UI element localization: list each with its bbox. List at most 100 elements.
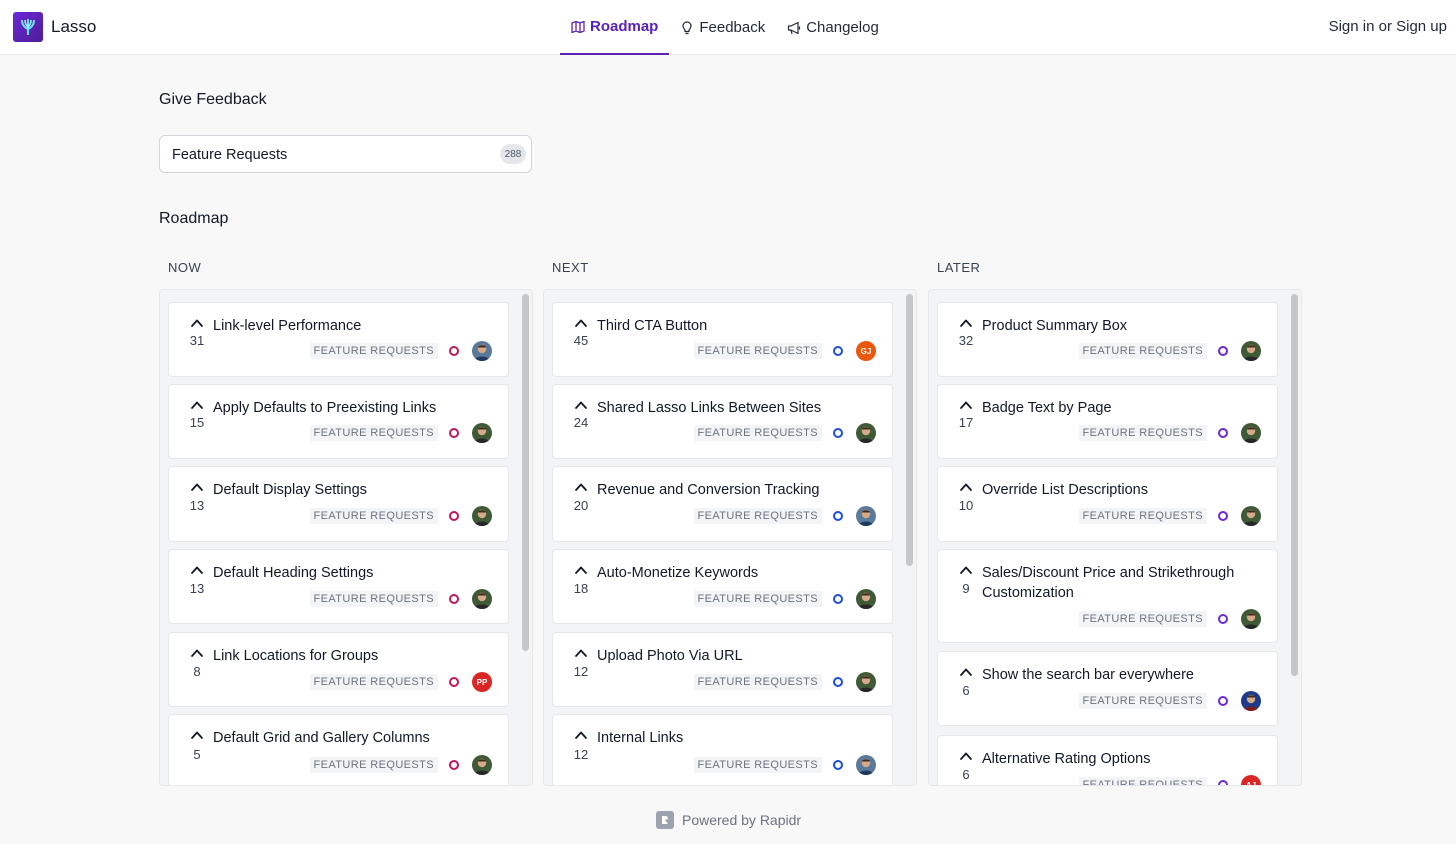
- vote-count: 31: [189, 333, 205, 348]
- card-title[interactable]: Shared Lasso Links Between Sites: [597, 398, 887, 418]
- status-dot-icon: [1218, 428, 1228, 438]
- upvote-chevron-icon[interactable]: [573, 562, 589, 578]
- card-title[interactable]: Default Grid and Gallery Columns: [213, 728, 503, 748]
- roadmap-card[interactable]: 8 Link Locations for Groups FEATURE REQUES…: [168, 632, 509, 707]
- roadmap-card[interactable]: 6 Show the search bar everywhere FEATURE R…: [937, 651, 1278, 726]
- card-title[interactable]: Internal Links: [597, 728, 887, 748]
- upvote-chevron-icon[interactable]: [958, 664, 974, 680]
- card-title[interactable]: Default Display Settings: [213, 480, 503, 500]
- card-title[interactable]: Revenue and Conversion Tracking: [597, 480, 887, 500]
- roadmap-column-next[interactable]: 45 Third CTA Button FEATURE REQUESTS GJ 24 Sh…: [543, 289, 917, 786]
- lasso-logo-icon[interactable]: [13, 12, 43, 42]
- roadmap-card[interactable]: 12 Upload Photo Via URL FEATURE REQUESTS: [552, 632, 893, 707]
- sign-in-link[interactable]: Sign in or Sign up: [1329, 18, 1447, 35]
- card-title[interactable]: Apply Defaults to Preexisting Links: [213, 398, 503, 418]
- upvote-chevron-icon[interactable]: [958, 479, 974, 495]
- avatar-photo-icon: [1241, 609, 1261, 629]
- roadmap-card[interactable]: 13 Default Display Settings FEATURE REQUES…: [168, 466, 509, 542]
- upvote-chevron-icon[interactable]: [958, 397, 974, 413]
- roadmap-card[interactable]: 9 Sales/Discount Price and Strikethrough …: [937, 549, 1278, 643]
- board-tag: FEATURE REQUESTS: [1078, 693, 1207, 709]
- status-dot-icon: [833, 677, 843, 687]
- app-name[interactable]: Lasso: [51, 17, 96, 37]
- vote-count: 45: [573, 333, 589, 348]
- roadmap-card[interactable]: 32 Product Summary Box FEATURE REQUESTS: [937, 302, 1278, 377]
- avatar-photo-icon: [856, 755, 876, 775]
- card-title[interactable]: Product Summary Box: [982, 316, 1272, 336]
- vote-count: 12: [573, 664, 589, 679]
- vote-count: 13: [189, 498, 205, 513]
- roadmap-card[interactable]: 31 Link-level Performance FEATURE REQUESTS: [168, 302, 509, 377]
- upvote-chevron-icon[interactable]: [573, 397, 589, 413]
- upvote-chevron-icon[interactable]: [958, 748, 974, 764]
- roadmap-column-later[interactable]: 32 Product Summary Box FEATURE REQUESTS 17 B…: [928, 289, 1302, 786]
- upvote-chevron-icon[interactable]: [189, 645, 205, 661]
- roadmap-card[interactable]: 12 Internal Links FEATURE REQUESTS: [552, 714, 893, 785]
- card-title[interactable]: Alternative Rating Options: [982, 749, 1272, 769]
- upvote-chevron-icon[interactable]: [189, 727, 205, 743]
- vote-count: 15: [189, 415, 205, 430]
- card-title[interactable]: Override List Descriptions: [982, 480, 1272, 500]
- card-title[interactable]: Upload Photo Via URL: [597, 646, 887, 666]
- upvote-chevron-icon[interactable]: [189, 479, 205, 495]
- board-selector[interactable]: Feature Requests 288: [159, 135, 532, 173]
- scrollbar-thumb[interactable]: [1291, 294, 1298, 676]
- powered-by[interactable]: Powered by Rapidr: [656, 811, 801, 829]
- roadmap-column-now[interactable]: 31 Link-level Performance FEATURE REQUESTS…: [159, 289, 533, 786]
- card-title[interactable]: Default Heading Settings: [213, 563, 503, 583]
- card-title[interactable]: Auto-Monetize Keywords: [597, 563, 887, 583]
- avatar: PP: [472, 672, 492, 692]
- card-title[interactable]: Link Locations for Groups: [213, 646, 503, 666]
- status-dot-icon: [449, 346, 459, 356]
- roadmap-card[interactable]: 5 Default Grid and Gallery Columns FEATURE…: [168, 714, 509, 785]
- nav-changelog[interactable]: Changelog: [776, 0, 890, 55]
- scrollbar-thumb[interactable]: [522, 294, 529, 651]
- upvote-chevron-icon[interactable]: [573, 645, 589, 661]
- roadmap-card[interactable]: 6 Alternative Rating Options FEATURE REQUE…: [937, 735, 1278, 785]
- avatar-photo-icon: [472, 506, 492, 526]
- roadmap-card[interactable]: 20 Revenue and Conversion Tracking FEATURE…: [552, 466, 893, 542]
- upvote-chevron-icon[interactable]: [958, 562, 974, 578]
- board-tag: FEATURE REQUESTS: [309, 591, 438, 607]
- scrollbar[interactable]: [1289, 292, 1299, 783]
- upvote-chevron-icon[interactable]: [573, 479, 589, 495]
- board-tag: FEATURE REQUESTS: [309, 508, 438, 524]
- upvote-chevron-icon[interactable]: [958, 315, 974, 331]
- rapidr-logo-icon: [656, 811, 674, 829]
- card-title[interactable]: Show the search bar everywhere: [982, 665, 1272, 685]
- board-label: Feature Requests: [172, 147, 288, 163]
- upvote-chevron-icon[interactable]: [573, 727, 589, 743]
- upvote-chevron-icon[interactable]: [189, 315, 205, 331]
- vote-count: 9: [962, 581, 970, 596]
- vote-count: 6: [962, 767, 970, 782]
- roadmap-card[interactable]: 45 Third CTA Button FEATURE REQUESTS GJ: [552, 302, 893, 377]
- scrollbar-thumb[interactable]: [906, 294, 913, 566]
- scrollbar[interactable]: [904, 292, 914, 783]
- card-title[interactable]: Link-level Performance: [213, 316, 503, 336]
- scrollbar[interactable]: [520, 292, 530, 783]
- status-dot-icon: [449, 677, 459, 687]
- upvote-chevron-icon[interactable]: [189, 397, 205, 413]
- upvote-chevron-icon[interactable]: [189, 562, 205, 578]
- lasso-logo-icon-glyph: [21, 19, 35, 35]
- vote-count: 8: [193, 664, 201, 679]
- card-title[interactable]: Sales/Discount Price and Strikethrough C…: [982, 563, 1272, 603]
- nav-feedback[interactable]: Feedback: [669, 0, 776, 55]
- upvote-chevron-icon[interactable]: [573, 315, 589, 331]
- column-title-later: LATER: [937, 260, 981, 275]
- status-dot-icon: [449, 594, 459, 604]
- roadmap-card[interactable]: 24 Shared Lasso Links Between Sites FEATUR…: [552, 384, 893, 459]
- main-nav: Roadmap Feedback Changelog: [560, 0, 890, 55]
- roadmap-card[interactable]: 13 Default Heading Settings FEATURE REQUES…: [168, 549, 509, 624]
- card-title[interactable]: Third CTA Button: [597, 316, 887, 336]
- status-dot-icon: [833, 511, 843, 521]
- vote-count: 32: [958, 333, 974, 348]
- roadmap-card[interactable]: 17 Badge Text by Page FEATURE REQUESTS: [937, 384, 1278, 459]
- board-tag: FEATURE REQUESTS: [1078, 343, 1207, 359]
- vote-count: 24: [573, 415, 589, 430]
- roadmap-card[interactable]: 18 Auto-Monetize Keywords FEATURE REQUESTS: [552, 549, 893, 624]
- roadmap-card[interactable]: 10 Override List Descriptions FEATURE REQU…: [937, 466, 1278, 542]
- roadmap-card[interactable]: 15 Apply Defaults to Preexisting Links FEA…: [168, 384, 509, 459]
- nav-roadmap[interactable]: Roadmap: [560, 0, 670, 55]
- card-title[interactable]: Badge Text by Page: [982, 398, 1272, 418]
